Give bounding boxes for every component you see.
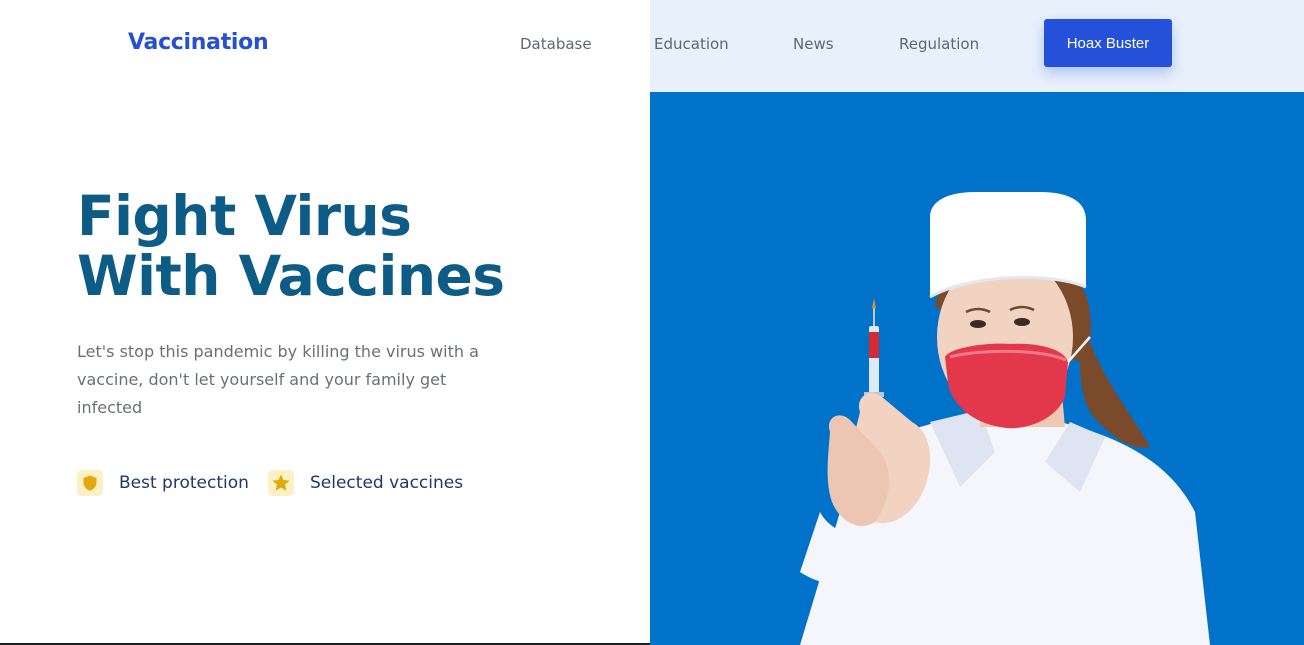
hero-title-line-1: Fight Virus xyxy=(77,184,412,248)
feature-label: Best protection xyxy=(119,473,249,493)
feature-best-protection: Best protection xyxy=(77,469,249,497)
nav-link-database[interactable]: Database xyxy=(520,35,592,53)
nav-link-news[interactable]: News xyxy=(793,35,834,53)
site-logo[interactable]: Vaccination xyxy=(128,30,269,55)
feature-selected-vaccines: Selected vaccines xyxy=(268,469,463,497)
hoax-buster-button[interactable]: Hoax Buster xyxy=(1044,19,1172,67)
landing-page: Vaccination Database Education News Regu… xyxy=(0,0,1304,645)
hero-title-line-2: With Vaccines xyxy=(77,244,505,308)
hero-title: Fight Virus With Vaccines xyxy=(77,186,597,306)
nav-link-education[interactable]: Education xyxy=(654,35,729,53)
nav-link-regulation[interactable]: Regulation xyxy=(899,35,979,53)
feature-label: Selected vaccines xyxy=(310,473,464,493)
hero-image xyxy=(650,92,1304,645)
shield-icon xyxy=(77,470,103,496)
hero-description: Let's stop this pandemic by killing the … xyxy=(77,342,479,417)
nurse-illustration xyxy=(800,192,1210,645)
star-icon xyxy=(268,470,294,496)
